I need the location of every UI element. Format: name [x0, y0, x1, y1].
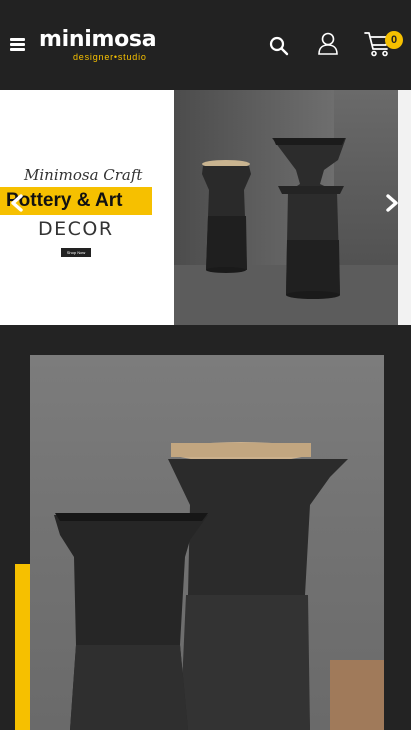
banner-script-title: Minimosa Craft — [24, 166, 143, 184]
hero-slider[interactable]: Minimosa Craft Pottery & Art DECOR Shop … — [0, 90, 411, 325]
banner-graphic: Minimosa Craft Pottery & Art DECOR Shop … — [0, 90, 174, 325]
accent-strip — [15, 564, 30, 730]
next-slide-peek — [398, 90, 411, 325]
chevron-right-icon[interactable] — [385, 194, 399, 212]
cart-count-badge: 0 — [385, 31, 403, 49]
user-icon[interactable] — [317, 32, 339, 56]
carafe-closeup-illustration — [54, 442, 348, 730]
featured-product-photo — [30, 355, 384, 730]
carafe-illustration — [202, 138, 346, 299]
logo-tagline: designer•studio — [73, 52, 147, 62]
slide-product-photo — [174, 90, 398, 325]
shop-now-button[interactable]: Shop Now — [61, 248, 91, 257]
hamburger-menu-button[interactable] — [10, 38, 25, 51]
menu-line — [10, 38, 25, 41]
menu-line — [10, 43, 25, 46]
logo-text: minimosa — [39, 27, 157, 52]
chevron-left-icon[interactable] — [10, 194, 24, 212]
banner-decor-label: DECOR — [38, 218, 114, 240]
menu-line — [10, 48, 25, 51]
logo[interactable]: minimosa designer•studio — [39, 27, 157, 63]
site-header: minimosa designer•studio 0 — [0, 0, 411, 90]
search-icon[interactable] — [269, 36, 289, 56]
